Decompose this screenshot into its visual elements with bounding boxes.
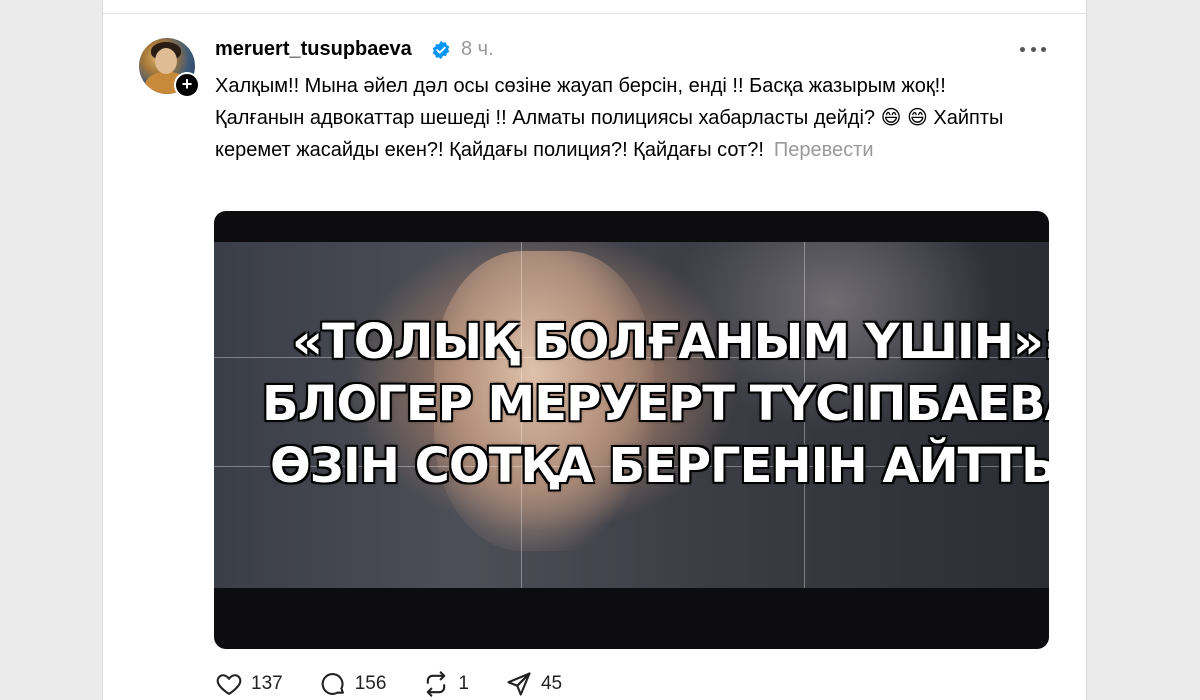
headline-line-2: БЛОГЕР МЕРУЕРТ ТҮСІПБАЕВА (262, 376, 1049, 432)
like-count: 137 (251, 673, 283, 694)
repost-icon (427, 671, 446, 697)
share-button[interactable]: 45 (505, 670, 562, 698)
headline-line-3: ӨЗІН СОТҚА БЕРГЕНІН АЙТТЫ (270, 438, 1049, 494)
post-text: Халқым!! Мына әйел дәл осы сөзіне жауап … (215, 75, 1004, 161)
action-bar: 137 156 1 45 (215, 670, 598, 698)
comment-button[interactable]: 156 (319, 670, 387, 698)
heart-icon (216, 674, 242, 695)
more-options-icon[interactable] (1018, 38, 1048, 60)
share-count: 45 (540, 673, 563, 694)
post-video[interactable]: «ТОЛЫҚ БОЛҒАНЫМ ҮШІН»: БЛОГЕР МЕРУЕРТ ТҮ… (214, 211, 1049, 649)
follow-plus-icon[interactable]: + (174, 72, 200, 98)
translate-link[interactable]: Перевести (774, 139, 874, 161)
repost-button[interactable]: 1 (422, 670, 469, 698)
repost-count: 1 (458, 673, 469, 694)
post-body: Халқым!! Мына әйел дәл осы сөзіне жауап … (215, 70, 1035, 166)
verified-badge-icon (432, 40, 450, 60)
username[interactable]: meruert_tusupbaeva (215, 38, 412, 61)
comment-icon (321, 673, 344, 695)
video-headline: «ТОЛЫҚ БОЛҒАНЫМ ҮШІН»: БЛОГЕР МЕРУЕРТ ТҮ… (214, 311, 1049, 497)
like-button[interactable]: 137 (215, 670, 283, 698)
comment-count: 156 (354, 673, 387, 694)
feed-column: + meruert_tusupbaeva 8 ч. Халқым!! Мына … (102, 0, 1087, 700)
post-timestamp[interactable]: 8 ч. (461, 38, 494, 61)
headline-line-1: «ТОЛЫҚ БОЛҒАНЫМ ҮШІН»: (292, 314, 1049, 370)
send-icon (507, 672, 531, 696)
divider (103, 13, 1086, 14)
